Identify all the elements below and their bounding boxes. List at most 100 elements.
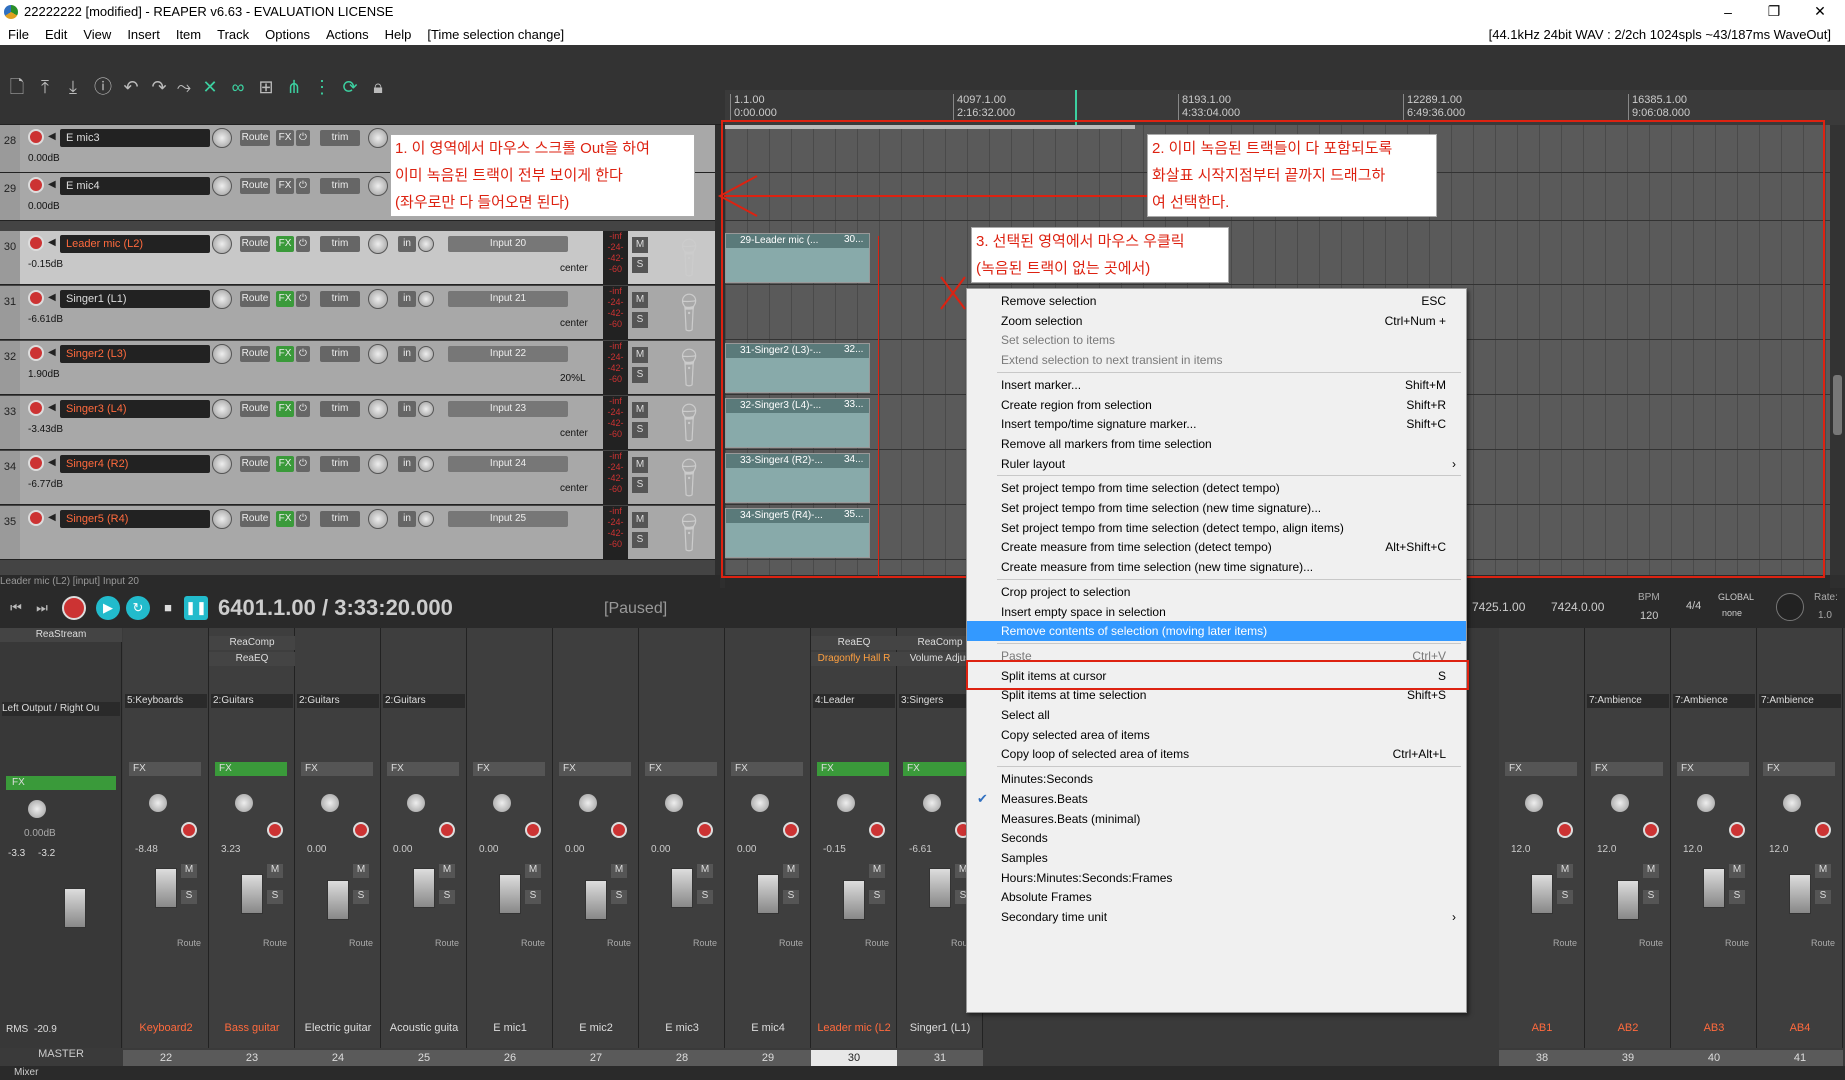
track-number[interactable]: 32 (0, 341, 20, 394)
menu-item-measures-beats-minimal[interactable]: Measures.Beats (minimal) (967, 809, 1466, 829)
strip-name[interactable]: Keyboard2 (123, 1022, 209, 1034)
strip-fx-button[interactable]: FX (903, 762, 975, 776)
strip-solo-button[interactable]: S (1557, 890, 1573, 904)
fx-button[interactable]: FX (276, 130, 294, 146)
menu-item-hours-minutes-seconds-frames[interactable]: Hours:Minutes:Seconds:Frames (967, 868, 1466, 888)
menu-item-seconds[interactable]: Seconds (967, 828, 1466, 848)
strip-record-arm-button[interactable] (1815, 822, 1831, 838)
volume-knob[interactable] (212, 454, 232, 474)
strip-record-arm-button[interactable] (783, 822, 799, 838)
strip-send[interactable]: 2:Guitars (383, 694, 465, 708)
strip-solo-button[interactable]: S (783, 890, 799, 904)
menu-track[interactable]: Track (209, 27, 257, 42)
trim-button[interactable]: trim (320, 511, 360, 527)
strip-route-label[interactable]: Route (1639, 938, 1663, 948)
record-arm-button[interactable] (28, 290, 44, 306)
strip-mute-button[interactable]: M (1729, 864, 1745, 878)
strip-fader[interactable] (155, 868, 177, 908)
strip-mute-button[interactable]: M (611, 864, 627, 878)
strip-number[interactable]: 39 (1585, 1050, 1671, 1066)
track-number[interactable]: 33 (0, 396, 20, 449)
mute-button[interactable]: M (632, 347, 648, 363)
strip-name[interactable]: E mic1 (467, 1022, 553, 1034)
menu-item-absolute-frames[interactable]: Absolute Frames (967, 887, 1466, 907)
strip-solo-button[interactable]: S (697, 890, 713, 904)
strip-pan-knob[interactable] (1611, 794, 1629, 812)
menu-item-insert-tempo-time-signature-marker[interactable]: Insert tempo/time signature marker... Shi… (967, 414, 1466, 434)
strip-pan-knob[interactable] (751, 794, 769, 812)
fx-button[interactable]: FX (276, 401, 294, 417)
global-value[interactable]: none (1722, 608, 1742, 618)
pan-knob[interactable] (368, 128, 388, 148)
strip-record-arm-button[interactable] (181, 822, 197, 838)
strip-pan-knob[interactable] (407, 794, 425, 812)
strip-send[interactable]: 2:Guitars (211, 694, 293, 708)
strip-solo-button[interactable]: S (1643, 890, 1659, 904)
trim-button[interactable]: trim (320, 236, 360, 252)
strip-number[interactable]: 22 (123, 1050, 209, 1066)
fx-button[interactable]: FX (276, 291, 294, 307)
menu-item-copy-selected-area-of-items[interactable]: Copy selected area of items (967, 725, 1466, 745)
input-select[interactable]: Input 23 (448, 401, 568, 417)
menu-actions[interactable]: Actions (318, 27, 377, 42)
strip-fader[interactable] (757, 874, 779, 914)
strip-route-label[interactable]: Route (263, 938, 287, 948)
trim-button[interactable]: trim (320, 130, 360, 146)
input-monitor-button[interactable]: in (398, 511, 416, 527)
menu-item-insert-marker[interactable]: Insert marker... Shift+M (967, 375, 1466, 395)
fx-bypass-icon[interactable]: ⏻ (296, 456, 310, 472)
strip-fx-header[interactable]: ReaEQ (811, 636, 897, 650)
input-monitor-button[interactable]: in (398, 236, 416, 252)
record-arm-button[interactable] (28, 177, 44, 193)
repeat-button[interactable]: ↻ (126, 596, 150, 620)
route-button[interactable]: Route (240, 346, 270, 362)
strip-pan-knob[interactable] (923, 794, 941, 812)
pan-knob[interactable] (368, 289, 388, 309)
mixer-strip[interactable]: FX 0.00 M S Route E mic1 26 (467, 628, 553, 1066)
fx-bypass-icon[interactable]: ⏻ (296, 346, 310, 362)
strip-send[interactable]: 7:Ambience (1759, 694, 1841, 708)
trim-button[interactable]: trim (320, 346, 360, 362)
menu-help[interactable]: Help (377, 27, 420, 42)
menu-item-select-all[interactable]: Select all (967, 705, 1466, 725)
speaker-icon[interactable]: ◀ (48, 179, 58, 191)
strip-name[interactable]: Singer1 (L1) (897, 1022, 983, 1034)
mixer-strip[interactable]: 5:Keyboards FX -8.48 M S Route Keyboard2… (123, 628, 209, 1066)
mixer-strip[interactable]: ReaComp ReaEQ 2:Guitars FX 3.23 M S Rout… (209, 628, 295, 1066)
strip-send[interactable]: 5:Keyboards (125, 694, 207, 708)
menu-item-create-measure-from-time-selection-detect-tempo[interactable]: Create measure from time selection (dete… (967, 537, 1466, 557)
monitor-dropdown-icon[interactable] (418, 511, 434, 527)
strip-fx-header[interactable]: ReaEQ (209, 652, 295, 666)
input-monitor-button[interactable]: in (398, 401, 416, 417)
strip-pan-knob[interactable] (1697, 794, 1715, 812)
route-button[interactable]: Route (240, 130, 270, 146)
speaker-icon[interactable]: ◀ (48, 347, 58, 359)
strip-solo-button[interactable]: S (869, 890, 885, 904)
strip-fx-button[interactable]: FX (1677, 762, 1749, 776)
strip-name[interactable]: Leader mic (L2 (811, 1022, 897, 1034)
speaker-icon[interactable]: ◀ (48, 402, 58, 414)
monitor-dropdown-icon[interactable] (418, 291, 434, 307)
master-fx-button[interactable]: FX (6, 776, 116, 790)
mute-button[interactable]: M (632, 512, 648, 528)
record-button[interactable] (62, 596, 86, 620)
master-pan-knob[interactable] (28, 800, 46, 818)
strip-number[interactable]: 31 (897, 1050, 983, 1066)
menu-item-create-measure-from-time-selection-new-time-signature[interactable]: Create measure from time selection (new … (967, 557, 1466, 577)
strip-fader[interactable] (843, 880, 865, 920)
monitor-dropdown-icon[interactable] (418, 346, 434, 362)
strip-route-label[interactable]: Route (607, 938, 631, 948)
strip-fader[interactable] (1617, 880, 1639, 920)
mute-button[interactable]: M (632, 457, 648, 473)
track-row[interactable]: 34 ◀ Singer4 (R2) Route FX ⏻ trim -6.77d… (0, 451, 715, 505)
fx-bypass-icon[interactable]: ⏻ (296, 130, 310, 146)
track-number[interactable]: 31 (0, 286, 20, 339)
strip-mute-button[interactable]: M (1557, 864, 1573, 878)
strip-number[interactable]: 29 (725, 1050, 811, 1066)
input-monitor-button[interactable]: in (398, 456, 416, 472)
go-end-icon[interactable]: ⏭ (30, 596, 54, 620)
strip-fx-header[interactable]: Dragonfly Hall R (811, 652, 897, 666)
trim-button[interactable]: trim (320, 401, 360, 417)
strip-name[interactable]: Bass guitar (209, 1022, 295, 1034)
record-arm-button[interactable] (28, 129, 44, 145)
